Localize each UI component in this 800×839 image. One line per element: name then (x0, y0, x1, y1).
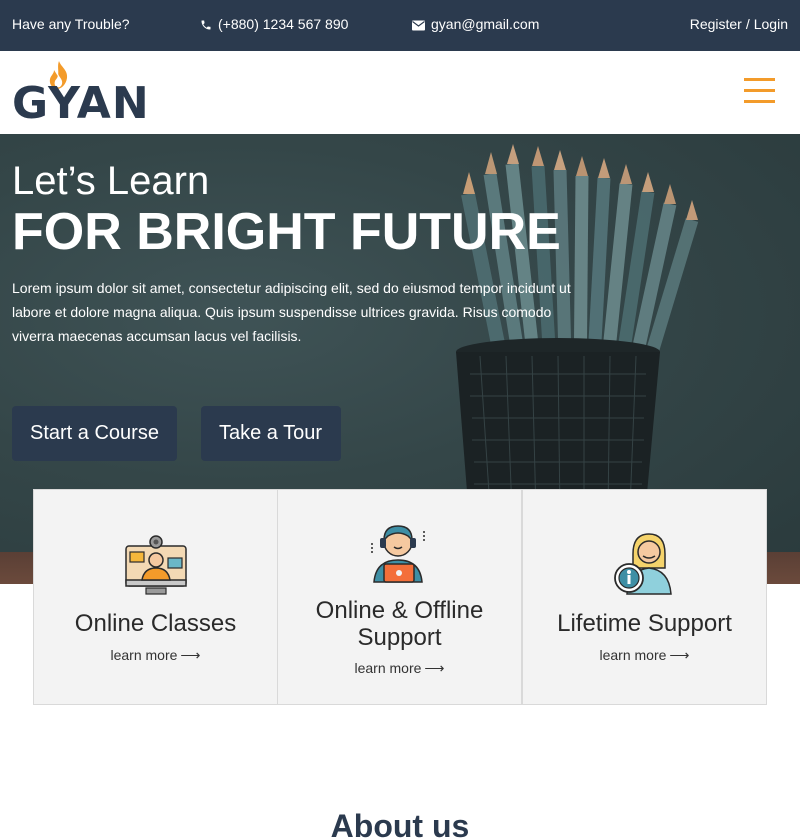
auth-links: Register / Login (690, 0, 788, 48)
hamburger-icon[interactable] (743, 78, 777, 104)
trouble-text: Have any Trouble? (12, 16, 130, 32)
hero-title: FOR BRIGHT FUTURE (12, 203, 561, 261)
email-contact[interactable]: gyan@gmail.com (412, 0, 539, 48)
learn-more-link[interactable]: learn more ⟶ (278, 660, 521, 677)
feature-card-lifetime-support[interactable]: Lifetime Support learn more ⟶ (522, 489, 767, 705)
learn-more-label: learn more (354, 660, 422, 676)
learn-more-link[interactable]: learn more ⟶ (523, 647, 766, 664)
about-heading: About us (330, 808, 470, 839)
email-address: gyan@gmail.com (431, 16, 540, 32)
phone-contact[interactable]: (+880) 1234 567 890 (200, 0, 348, 48)
auth-separator: / (745, 16, 750, 32)
info-support-icon (614, 533, 672, 595)
arrow-right-icon: ⟶ (424, 660, 445, 676)
feature-title: Online Classes (74, 610, 237, 637)
arrow-right-icon: ⟶ (180, 647, 201, 663)
feature-title: Lifetime Support (557, 610, 732, 637)
learn-more-link[interactable]: learn more ⟶ (34, 647, 277, 664)
site-header: GYAN (0, 51, 800, 134)
hero-description: Lorem ipsum dolor sit amet, consectetur … (12, 280, 571, 344)
support-agent-icon (371, 525, 425, 583)
take-tour-button[interactable]: Take a Tour (201, 406, 341, 461)
learn-more-label: learn more (110, 647, 178, 663)
logo-text: GYAN (12, 78, 150, 129)
register-link[interactable]: Register (690, 16, 742, 32)
learn-more-label: learn more (599, 647, 667, 663)
envelope-icon (412, 20, 425, 31)
login-link[interactable]: Login (754, 16, 788, 32)
features-row: Online Classes learn more ⟶ Online & Offl… (33, 489, 767, 705)
feature-card-online-classes[interactable]: Online Classes learn more ⟶ (33, 489, 278, 705)
start-course-button[interactable]: Start a Course (12, 406, 177, 461)
hero-subtitle: Let’s Learn (12, 159, 210, 203)
feature-card-online-offline-support[interactable]: Online & Offline Support learn more ⟶ (277, 489, 522, 705)
online-class-icon (125, 535, 187, 595)
phone-number: (+880) 1234 567 890 (218, 16, 349, 32)
feature-title: Online & Offline Support (315, 597, 484, 651)
arrow-right-icon: ⟶ (669, 647, 690, 663)
top-bar: Have any Trouble? (+880) 1234 567 890 gy… (0, 0, 800, 51)
site-logo[interactable]: GYAN (12, 60, 149, 126)
phone-icon (201, 20, 211, 30)
